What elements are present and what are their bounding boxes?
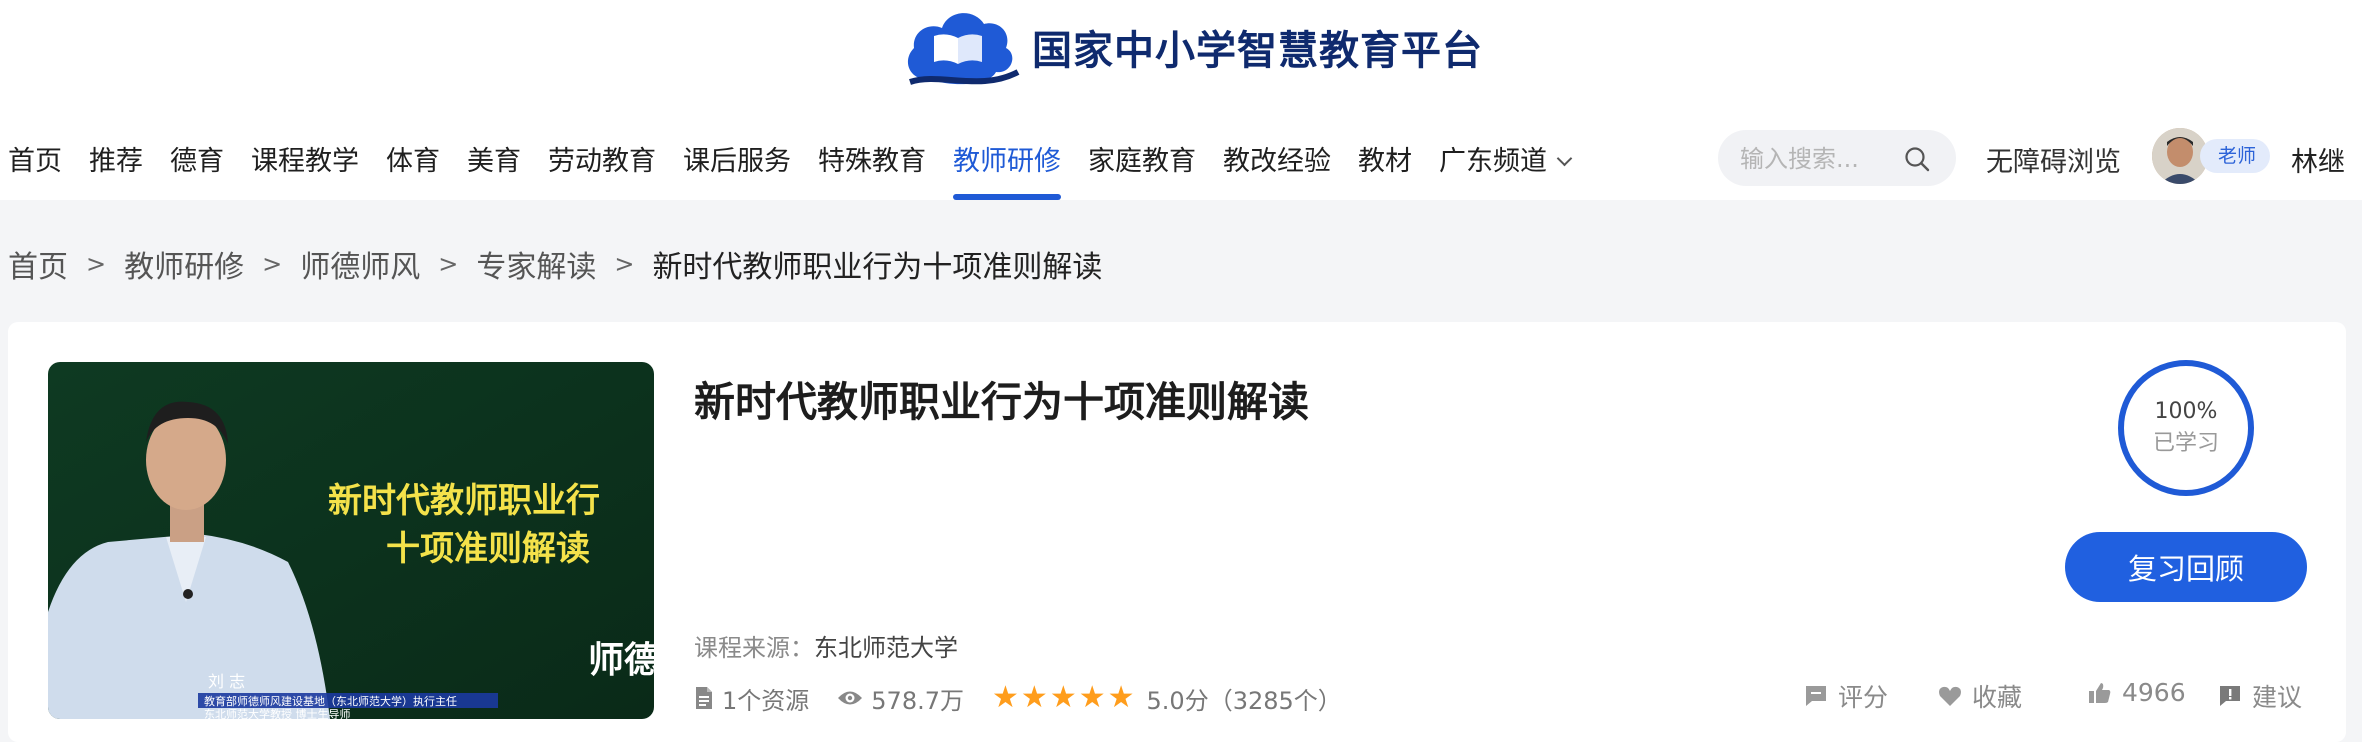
star-icon: ★ — [1107, 680, 1135, 715]
corner-logo-text: 师德 — [588, 639, 654, 681]
breadcrumb: 首页 > 教师研修 > 师德师风 > 专家解读 > 新时代教师职业行为十项准则解… — [8, 242, 1102, 286]
progress-label: 已学习 — [2152, 431, 2219, 456]
course-source: 课程来源：东北师范大学 — [694, 628, 958, 663]
top-header: 国家中小学智慧教育平台 首页 推荐 德育 课程教学 体育 美育 劳动教育 课后服… — [0, 0, 2362, 200]
search-input[interactable] — [1738, 138, 1902, 180]
caption-line1: 教育部师德师风建设基地（东北师范大学）执行主任 — [204, 694, 457, 708]
favorite-action[interactable]: 收藏 — [1938, 678, 2022, 714]
breadcrumb-ethics[interactable]: 师德师风 — [300, 242, 420, 286]
chevron-down-icon — [1556, 150, 1573, 166]
comment-flag-icon — [1806, 686, 1826, 706]
like-count: 4966 — [2122, 678, 2186, 707]
speaker-name: 刘 志 — [208, 672, 245, 691]
rating-stars: ★ ★ ★ ★ ★ — [992, 683, 1137, 713]
source-label: 课程来源： — [694, 634, 814, 662]
accessibility-link[interactable]: 无障碍浏览 — [1986, 140, 2121, 179]
nav-item-special-education[interactable]: 特殊教育 — [818, 139, 926, 178]
nav-item-guangdong-label: 广东频道 — [1439, 145, 1547, 177]
breadcrumb-separator: > — [262, 250, 283, 278]
study-progress-ring: 100% 已学习 — [2118, 360, 2254, 496]
star-icon: ★ — [992, 680, 1019, 715]
board-text-line1: 新时代教师职业行 — [328, 481, 600, 521]
source-value: 东北师范大学 — [814, 634, 958, 662]
nav-item-arts[interactable]: 美育 — [467, 139, 521, 178]
suggest-action[interactable]: 建议 — [2218, 678, 2302, 714]
breadcrumb-home[interactable]: 首页 — [8, 242, 68, 286]
rating-block: ★ ★ ★ ★ ★ 5.0分 （3285个） — [992, 681, 1342, 716]
course-thumbnail[interactable]: 新时代教师职业行 十项准则解读 刘 志 教育部师德师风建设基地（东北师范大学）执… — [48, 362, 654, 719]
breadcrumb-current: 新时代教师职业行为十项准则解读 — [652, 250, 1103, 285]
view-count: 578.7万 — [871, 686, 964, 715]
nav-item-curriculum[interactable]: 课程教学 — [251, 139, 359, 178]
rate-label: 评分 — [1838, 683, 1889, 712]
document-icon — [694, 686, 714, 710]
nav-item-after-school[interactable]: 课后服务 — [683, 139, 791, 178]
cloud-book-logo-icon — [907, 13, 1020, 85]
resource-count-block: 1个资源 — [694, 681, 809, 716]
nav-item-textbooks[interactable]: 教材 — [1358, 139, 1412, 178]
views-block: 578.7万 — [837, 681, 964, 716]
heart-icon — [1939, 686, 1961, 706]
breadcrumb-separator: > — [438, 250, 459, 278]
favorite-label: 收藏 — [1972, 683, 2023, 712]
star-icon: ★ — [1078, 680, 1106, 715]
nav-item-labor[interactable]: 劳动教育 — [548, 139, 656, 178]
platform-logo[interactable]: 国家中小学智慧教育平台 — [900, 2, 1483, 92]
rating-score: 5.0分 — [1146, 686, 1209, 715]
nav-item-guangdong[interactable]: 广东频道 — [1439, 139, 1573, 178]
progress-percent: 100% — [2154, 399, 2218, 424]
user-name[interactable]: 林继 — [2291, 140, 2345, 179]
nav-item-home[interactable]: 首页 — [8, 139, 62, 178]
board-text-line2: 十项准则解读 — [386, 529, 590, 569]
main-nav: 首页 推荐 德育 课程教学 体育 美育 劳动教育 课后服务 特殊教育 教师研修 … — [8, 138, 1597, 200]
role-badge: 老师 — [2200, 139, 2271, 173]
breadcrumb-separator: > — [614, 250, 635, 278]
search-box — [1718, 130, 1956, 186]
star-icon: ★ — [1049, 680, 1077, 715]
video-frame-image: 新时代教师职业行 十项准则解读 刘 志 教育部师德师风建设基地（东北师范大学）执… — [48, 362, 654, 719]
caption-line2: 东北师范大学教授 博士生导师 — [204, 707, 351, 719]
thumbs-up-icon — [2089, 682, 2111, 703]
course-title: 新时代教师职业行为十项准则解读 — [694, 378, 1309, 426]
resource-count: 1个资源 — [722, 686, 810, 715]
rate-action[interactable]: 评分 — [1804, 678, 1888, 714]
breadcrumb-expert[interactable]: 专家解读 — [476, 242, 596, 286]
course-meta: 1个资源 578.7万 ★ ★ ★ ★ ★ 5.0分 （3285个） — [694, 678, 1370, 718]
nav-item-teacher-training[interactable]: 教师研修 — [953, 139, 1061, 200]
nav-item-reform[interactable]: 教改经验 — [1223, 139, 1331, 178]
rating-count: （3285个） — [1208, 686, 1342, 715]
review-button[interactable]: 复习回顾 — [2065, 532, 2307, 602]
star-icon: ★ — [1020, 680, 1048, 715]
eye-icon — [837, 689, 863, 707]
nav-item-pe[interactable]: 体育 — [386, 139, 440, 178]
nav-item-moral-education[interactable]: 德育 — [170, 139, 224, 178]
search-icon[interactable] — [1904, 146, 1930, 172]
nav-item-family-education[interactable]: 家庭教育 — [1088, 139, 1196, 178]
suggest-label: 建议 — [2252, 683, 2303, 712]
platform-name: 国家中小学智慧教育平台 — [1032, 27, 1483, 74]
like-action[interactable]: 4966 — [2088, 678, 2186, 707]
nav-item-recommend[interactable]: 推荐 — [89, 139, 143, 178]
breadcrumb-separator: > — [86, 250, 107, 278]
course-card: 新时代教师职业行 十项准则解读 刘 志 教育部师德师风建设基地（东北师范大学）执… — [8, 322, 2346, 742]
feedback-icon — [2220, 686, 2240, 706]
breadcrumb-teacher-training[interactable]: 教师研修 — [124, 242, 244, 286]
